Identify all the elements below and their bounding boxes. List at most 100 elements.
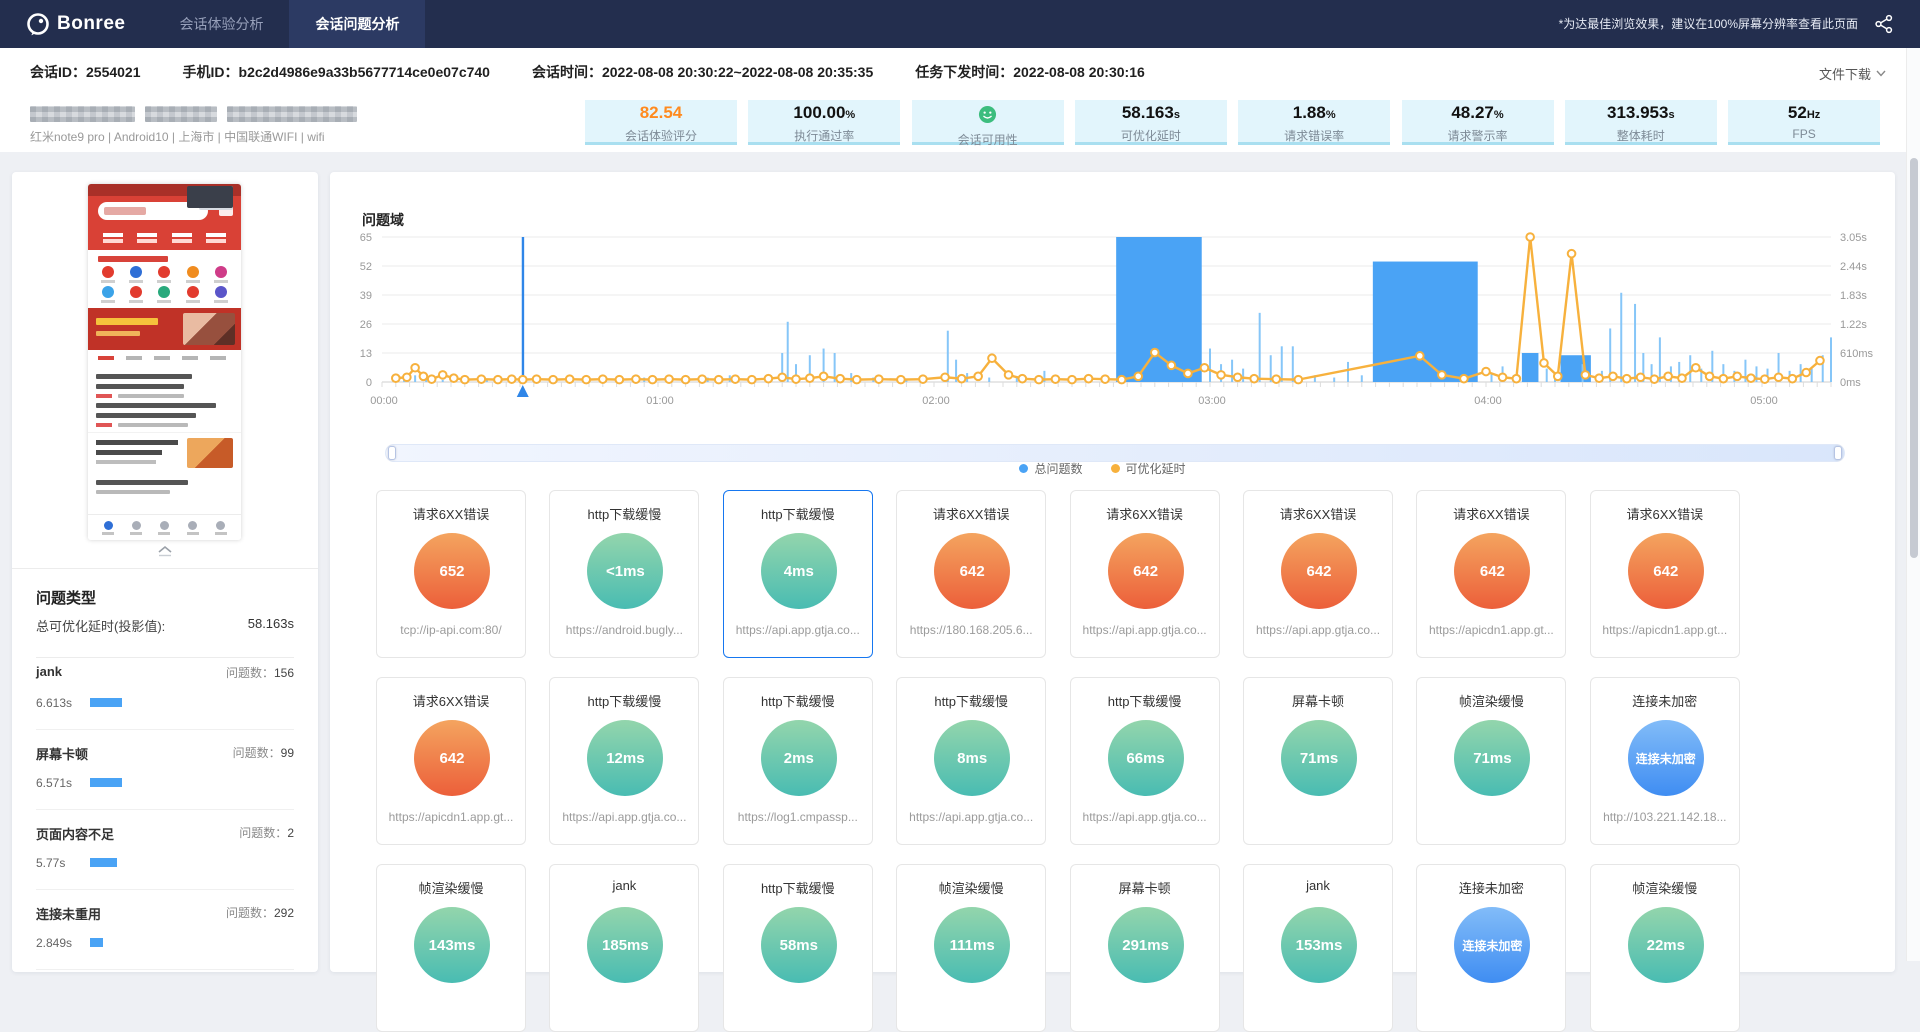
problem-card[interactable]: http下载缓慢66mshttps://api.app.gtja.co... bbox=[1070, 677, 1220, 845]
problem-card[interactable]: http下载缓慢2mshttps://log1.cmpassp... bbox=[723, 677, 873, 845]
collapse-icon[interactable] bbox=[156, 544, 174, 562]
smiley-icon bbox=[978, 105, 997, 124]
time-range-slider[interactable] bbox=[385, 444, 1845, 462]
problem-card[interactable]: 帧渲染缓慢111ms bbox=[896, 864, 1046, 1032]
metric-label: 可优化延时 bbox=[1075, 127, 1227, 144]
problem-card[interactable]: 请求6XX错误642https://api.app.gtja.co... bbox=[1243, 490, 1393, 658]
problem-card-value-circle: <1ms bbox=[587, 533, 663, 609]
legend-total-problems[interactable]: 总问题数 bbox=[1019, 460, 1082, 477]
chart-legend: 总问题数 可优化延时 bbox=[330, 460, 1875, 477]
task-dispatch-time: 任务下发时间：2022-08-08 20:30:16 bbox=[915, 62, 1145, 82]
svg-text:610ms: 610ms bbox=[1840, 348, 1874, 360]
metric-card-执行通过率: 100.00%执行通过率 bbox=[748, 100, 900, 145]
share-icon[interactable] bbox=[1874, 14, 1894, 34]
problem-card-value-circle: 642 bbox=[1628, 533, 1704, 609]
session-id: 会话ID：2554021 bbox=[30, 62, 141, 82]
legend-optimizable-delay[interactable]: 可优化延时 bbox=[1111, 460, 1186, 477]
problem-card[interactable]: 屏幕卡顿291ms bbox=[1070, 864, 1220, 1032]
legend-dot-orange bbox=[1111, 464, 1120, 473]
timeline-position-marker bbox=[517, 385, 529, 397]
problem-card[interactable]: http下载缓慢12mshttps://api.app.gtja.co... bbox=[549, 677, 699, 845]
total-value: 58.163s bbox=[248, 616, 294, 635]
problem-card[interactable]: 连接未加密连接未加密http://103.221.142.18... bbox=[1590, 677, 1740, 845]
problem-card-url: https://api.app.gtja.co... bbox=[558, 810, 690, 824]
problem-card-url: https://log1.cmpassp... bbox=[732, 810, 864, 824]
problem-card-title: 屏幕卡顿 bbox=[1244, 691, 1392, 710]
problem-card[interactable]: 帧渲染缓慢22ms bbox=[1590, 864, 1740, 1032]
problem-card[interactable]: jank153ms bbox=[1243, 864, 1393, 1032]
problem-card[interactable]: 请求6XX错误642https://api.app.gtja.co... bbox=[1070, 490, 1220, 658]
problem-card[interactable]: 屏幕卡顿71ms bbox=[1243, 677, 1393, 845]
metric-value: 52Hz bbox=[1728, 102, 1880, 126]
metric-card-会话体验评分: 82.54会话体验评分 bbox=[585, 100, 737, 145]
bonree-logo: Bonree bbox=[0, 12, 153, 36]
problem-card-value-circle: 71ms bbox=[1454, 720, 1530, 796]
problem-card-title: 屏幕卡顿 bbox=[1071, 878, 1219, 897]
problem-card-title: 帧渲染缓慢 bbox=[1417, 691, 1565, 710]
problem-card[interactable]: http下载缓慢 58ms bbox=[723, 864, 873, 1032]
problem-type-count: 问题数：156 bbox=[226, 664, 294, 681]
problem-card-title: jank bbox=[1244, 878, 1392, 893]
svg-text:1.83s: 1.83s bbox=[1840, 290, 1867, 302]
problem-card-value-circle: 642 bbox=[1454, 533, 1530, 609]
problem-type-item-连接未重用[interactable]: 连接未重用问题数：2922.849s bbox=[36, 890, 294, 970]
problem-type-duration: 6.571s bbox=[36, 776, 72, 790]
problem-card-url: https://api.app.gtja.co... bbox=[1079, 810, 1211, 824]
session-time: 会话时间：2022-08-08 20:30:22~2022-08-08 20:3… bbox=[532, 62, 873, 82]
main-panel: 问题域 013263952650ms610ms1.22s1.83s2.44s3.… bbox=[330, 172, 1895, 972]
problem-card[interactable]: 请求6XX错误642https://180.168.205.6... bbox=[896, 490, 1046, 658]
banner-photo bbox=[183, 313, 235, 345]
problem-type-bar bbox=[90, 698, 122, 707]
tab-session-experience[interactable]: 会话体验分析 bbox=[153, 0, 289, 48]
svg-text:00:00: 00:00 bbox=[370, 395, 398, 407]
left-sidebar: 问题类型 总可优化延时(投影值): 58.163s jank问题数：1566.6… bbox=[12, 172, 318, 972]
problem-card[interactable]: http下载缓慢4mshttps://api.app.gtja.co... bbox=[723, 490, 873, 658]
problem-card-url: https://api.app.gtja.co... bbox=[1079, 623, 1211, 637]
problem-card-title: http下载缓慢 bbox=[724, 878, 872, 897]
session-info-bar: 会话ID：2554021 手机ID：b2c2d4986e9a33b5677714… bbox=[0, 48, 1920, 152]
slider-handle-right[interactable] bbox=[1834, 446, 1842, 460]
problem-card-title: 请求6XX错误 bbox=[377, 691, 525, 710]
problem-card[interactable]: 帧渲染缓慢 71ms bbox=[1416, 677, 1566, 845]
problem-domain-chart[interactable]: 013263952650ms610ms1.22s1.83s2.44s3.05s0… bbox=[340, 212, 1885, 444]
problem-card-title: 请求6XX错误 bbox=[1417, 504, 1565, 523]
problem-card-value-circle: 642 bbox=[934, 533, 1010, 609]
problem-card[interactable]: 连接未加密连接未加密 bbox=[1416, 864, 1566, 1032]
logo-text: Bonree bbox=[57, 13, 125, 35]
problem-type-item-屏幕卡顿[interactable]: 屏幕卡顿问题数：996.571s bbox=[36, 730, 294, 810]
slider-handle-left[interactable] bbox=[388, 446, 396, 460]
problem-card[interactable]: 帧渲染缓慢143ms bbox=[376, 864, 526, 1032]
metric-value: 82.54 bbox=[585, 102, 737, 126]
problem-card-title: http下载缓慢 bbox=[897, 691, 1045, 710]
file-download-button[interactable]: 文件下载 bbox=[1819, 64, 1886, 83]
problem-card[interactable]: 请求6XX错误652tcp://ip-api.com:80/ bbox=[376, 490, 526, 658]
problem-type-item-jank[interactable]: jank问题数：1566.613s bbox=[36, 650, 294, 730]
problem-card-value-circle: 58ms bbox=[761, 907, 837, 983]
phone-screenshot[interactable] bbox=[88, 184, 241, 540]
problem-card[interactable]: 请求6XX错误642https://apicdn1.app.gt... bbox=[376, 677, 526, 845]
tab-session-problem[interactable]: 会话问题分析 bbox=[289, 0, 425, 48]
problem-card[interactable]: http下载缓慢8mshttps://api.app.gtja.co... bbox=[896, 677, 1046, 845]
problem-card-url: tcp://ip-api.com:80/ bbox=[385, 623, 517, 637]
problem-card-value-circle: 22ms bbox=[1628, 907, 1704, 983]
problem-card[interactable]: jank185ms bbox=[549, 864, 699, 1032]
problem-card[interactable]: http下载缓慢<1mshttps://android.bugly... bbox=[549, 490, 699, 658]
page-scrollbar[interactable] bbox=[1906, 48, 1920, 961]
problem-card-title: 请求6XX错误 bbox=[1244, 504, 1392, 523]
problem-card-url: https://180.168.205.6... bbox=[905, 623, 1037, 637]
problem-card[interactable]: 请求6XX错误642https://apicdn1.app.gt... bbox=[1590, 490, 1740, 658]
problem-type-name: 页面内容不足 bbox=[36, 824, 114, 843]
problem-type-duration: 5.77s bbox=[36, 856, 65, 870]
metric-card-FPS: 52HzFPS bbox=[1728, 100, 1880, 145]
scrollbar-thumb[interactable] bbox=[1910, 158, 1918, 558]
problem-card-url: https://apicdn1.app.gt... bbox=[385, 810, 517, 824]
problem-type-count: 问题数：99 bbox=[233, 744, 294, 761]
problem-card[interactable]: 请求6XX错误642https://apicdn1.app.gt... bbox=[1416, 490, 1566, 658]
legend-dot-blue bbox=[1019, 464, 1028, 473]
problem-card-value-circle: 8ms bbox=[934, 720, 1010, 796]
resolution-notice: *为达最佳浏览效果，建议在100%屏幕分辨率查看此页面 bbox=[1559, 0, 1858, 48]
device-subtitle: 红米note9 pro | Android10 | 上海市 | 中国联通WIFI… bbox=[30, 128, 325, 145]
news-dark-image bbox=[187, 186, 233, 208]
problem-type-item-页面内容不足[interactable]: 页面内容不足问题数：25.77s bbox=[36, 810, 294, 890]
metric-value: 58.163s bbox=[1075, 102, 1227, 126]
